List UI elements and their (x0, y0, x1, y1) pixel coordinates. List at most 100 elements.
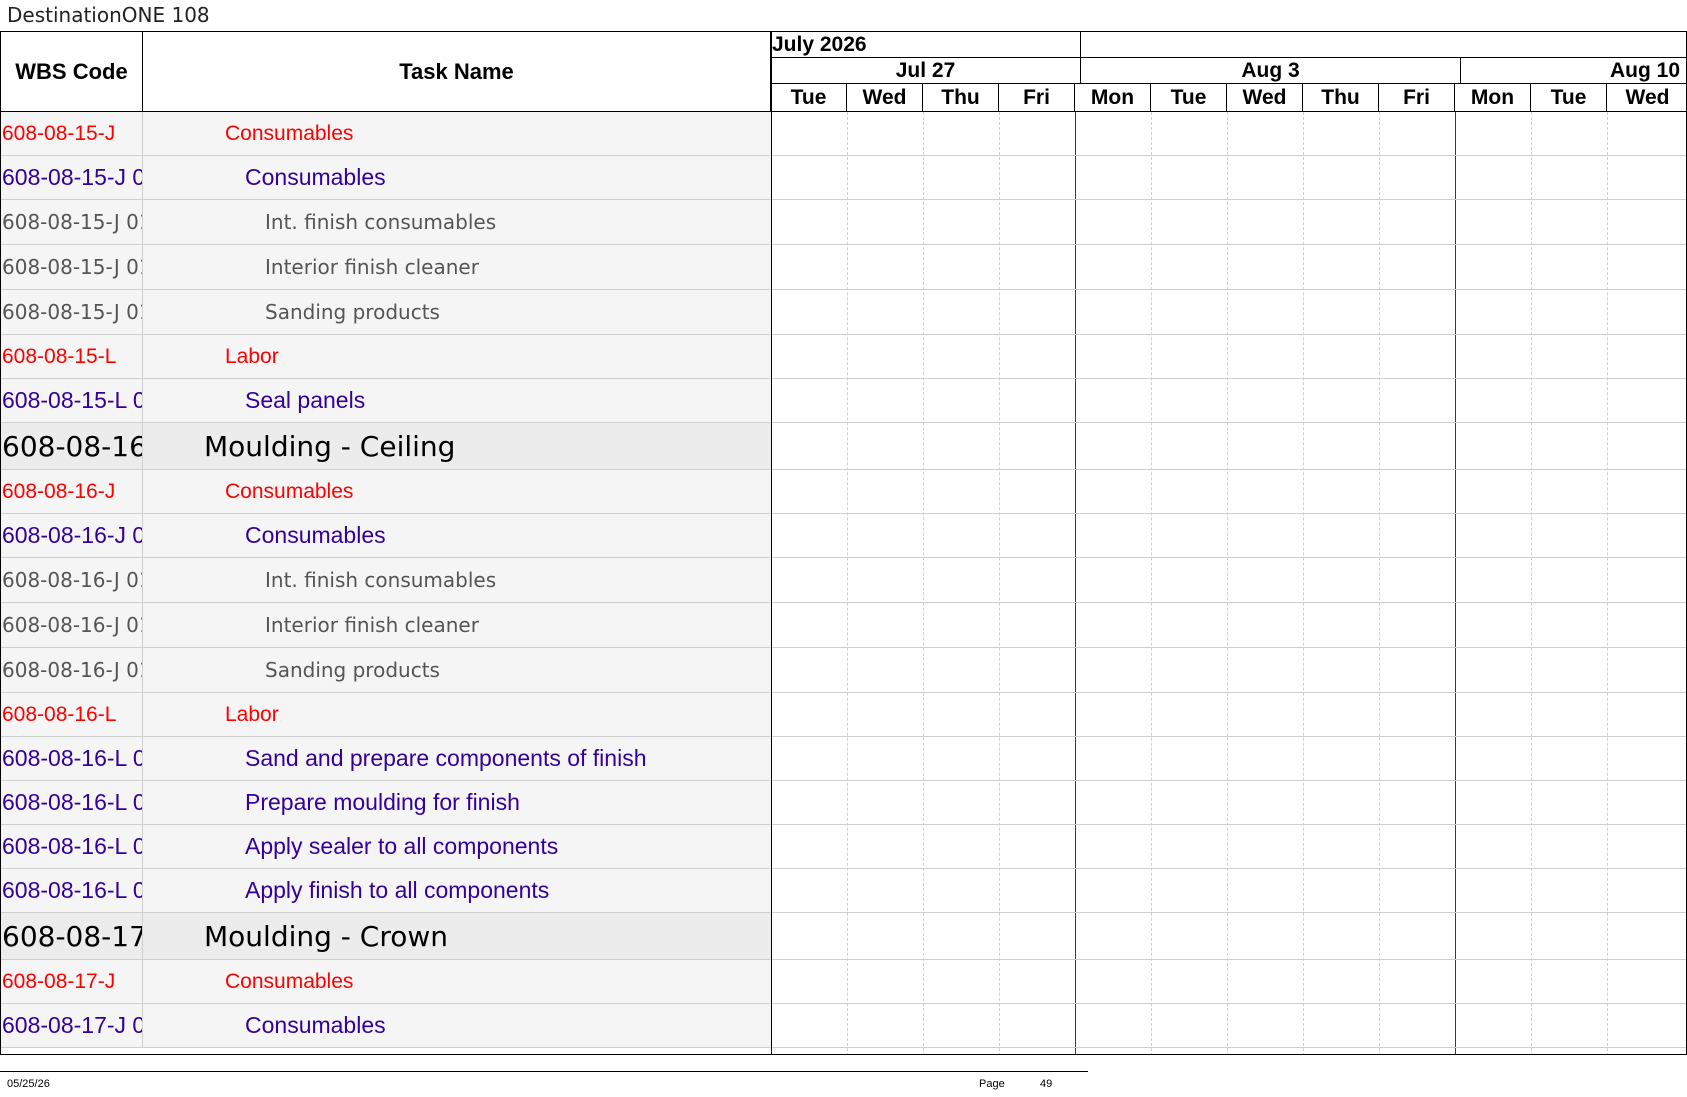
week-header-aug-3: Aug 3 (1081, 58, 1461, 84)
wbs-code-cell: 608-08-16-L 0 (1, 781, 143, 824)
task-name-cell: Labor (225, 344, 279, 368)
week-header-jul-27: Jul 27 (771, 58, 1081, 84)
table-row[interactable]: 608-08-17-J Consumables (1, 960, 771, 1004)
wbs-code-cell: 608-08-15-J 01 (1, 290, 143, 334)
task-name-cell: Sanding products (265, 658, 440, 682)
wbs-code-cell: 608-08-15-J 01 (1, 245, 143, 289)
row-gridline (771, 155, 1686, 156)
wbs-code-cell: 608-08-15-J 01 (1, 200, 143, 244)
day-header-tue: Tue (771, 84, 847, 112)
table-row[interactable]: 608-08-15-J 01 Sanding products (1, 290, 771, 335)
task-name-cell: Consumables (225, 121, 354, 145)
table-row[interactable]: 608-08-16-J 01 Interior finish cleaner (1, 603, 771, 648)
task-name-cell: Int. finish consumables (265, 568, 497, 592)
row-gridline (771, 692, 1686, 693)
day-header-tue: Tue (1531, 84, 1607, 112)
task-name-cell: Sand and prepare components of finish (245, 745, 647, 771)
table-row[interactable]: 608-08-16-L 0 Sand and prepare components… (1, 737, 771, 781)
row-gridline (771, 824, 1686, 825)
gantt-sheet: WBS Code Task Name July 2026 Jul 27 Aug … (0, 31, 1687, 1055)
wbs-code-cell: 608-08-17-J 0 (1, 1004, 143, 1047)
day-gridline (1151, 112, 1152, 1054)
task-name-cell: Interior finish cleaner (265, 613, 479, 637)
task-name-cell: Apply sealer to all components (245, 833, 559, 859)
table-row[interactable]: 608-08-15-J 0 Consumables (1, 156, 771, 200)
wbs-code-column-header[interactable]: WBS Code (1, 32, 143, 112)
day-gridline (1227, 112, 1228, 1054)
wbs-code-cell: 608-08-17 (1, 913, 143, 959)
task-name-cell: Consumables (225, 969, 354, 993)
task-name-cell: Seal panels (245, 387, 366, 413)
week-header-aug-10: Aug 10 (1461, 58, 1686, 84)
table-row[interactable]: 608-08-16-L 0 Apply sealer to all compone… (1, 825, 771, 869)
task-name-cell: Consumables (225, 479, 354, 503)
task-name-column-header[interactable]: Task Name (143, 32, 771, 112)
wbs-code-cell: 608-08-16-J 01 (1, 603, 143, 647)
row-gridline (771, 289, 1686, 290)
wbs-code-cell: 608-08-16-L 0 (1, 737, 143, 780)
table-row[interactable]: 608-08-16-J Consumables (1, 470, 771, 514)
day-header-wed: Wed (847, 84, 923, 112)
month-header-july-2026: July 2026 (771, 32, 1081, 58)
day-gridline (1303, 112, 1304, 1054)
day-gridline (1607, 112, 1608, 1054)
timeline-grid (771, 112, 1686, 1054)
day-header-thu: Thu (1303, 84, 1379, 112)
row-gridline (771, 647, 1686, 648)
table-row[interactable]: 608-08-15-J Consumables (1, 112, 771, 156)
day-gridline (847, 112, 848, 1054)
table-row[interactable]: 608-08-16 Moulding - Ceiling (1, 423, 771, 470)
row-gridline (771, 1047, 1686, 1048)
day-gridline (1531, 112, 1532, 1054)
wbs-code-cell: 608-08-15-L (1, 335, 143, 378)
task-name-cell: Prepare moulding for finish (245, 789, 520, 815)
wbs-code-cell: 608-08-16-J 01 (1, 648, 143, 692)
document-title: DestinationONE 108 (7, 3, 210, 27)
row-gridline (771, 959, 1686, 960)
table-row[interactable]: 608-08-16-L Labor (1, 693, 771, 737)
table-row[interactable]: 608-08-17 Moulding - Crown (1, 913, 771, 960)
day-header-wed: Wed (1607, 84, 1686, 112)
wbs-code-cell: 608-08-16-L (1, 693, 143, 736)
table-row[interactable]: 608-08-16-J 01 Sanding products (1, 648, 771, 693)
table-row[interactable]: 608-08-16-L 0 Apply finish to all compone… (1, 869, 771, 913)
wbs-code-cell: 608-08-15-J 0 (1, 156, 143, 199)
row-gridline (771, 378, 1686, 379)
day-gridline (1379, 112, 1380, 1054)
row-gridline (771, 469, 1686, 470)
day-header-mon: Mon (1075, 84, 1151, 112)
row-gridline (771, 334, 1686, 335)
table-row[interactable]: 608-08-17-J 0 Consumables (1, 1004, 771, 1048)
day-header-mon: Mon (1455, 84, 1531, 112)
footer-page-number: 49 (1040, 1078, 1053, 1090)
row-gridline (771, 602, 1686, 603)
task-name-cell: Moulding - Ceiling (204, 429, 456, 463)
wbs-code-cell: 608-08-15-J (1, 112, 143, 155)
row-gridline (771, 244, 1686, 245)
table-row[interactable]: 608-08-15-J 01 Int. finish consumables (1, 200, 771, 245)
row-gridline (771, 422, 1686, 423)
table-row[interactable]: 608-08-16-J 0 Consumables (1, 514, 771, 558)
day-header-thu: Thu (923, 84, 999, 112)
row-gridline (771, 780, 1686, 781)
row-gridline (771, 912, 1686, 913)
week-gridline (1455, 112, 1456, 1054)
table-row[interactable]: 608-08-16-J 01 Int. finish consumables (1, 558, 771, 603)
table-row[interactable]: 608-08-15-L Labor (1, 335, 771, 379)
table-row[interactable]: 608-08-15-J 01 Interior finish cleaner (1, 245, 771, 290)
task-rows: 608-08-15-J Consumables 608-08-15-J 0 Consu… (1, 112, 771, 1048)
wbs-code-cell: 608-08-16 (1, 423, 143, 469)
day-gridline (923, 112, 924, 1054)
table-timeline-divider (771, 32, 772, 1054)
task-name-cell: Consumables (245, 522, 386, 548)
row-gridline (771, 513, 1686, 514)
table-row[interactable]: 608-08-16-L 0 Prepare moulding for finish (1, 781, 771, 825)
wbs-code-cell: 608-08-15-L 0 (1, 379, 143, 422)
day-header-fri: Fri (1379, 84, 1455, 112)
wbs-code-cell: 608-08-16-J 01 (1, 558, 143, 602)
day-gridline (999, 112, 1000, 1054)
table-row[interactable]: 608-08-15-L 0 Seal panels (1, 379, 771, 423)
task-name-cell: Sanding products (265, 300, 440, 324)
task-name-cell: Apply finish to all components (245, 877, 550, 903)
task-name-cell: Labor (225, 702, 279, 726)
